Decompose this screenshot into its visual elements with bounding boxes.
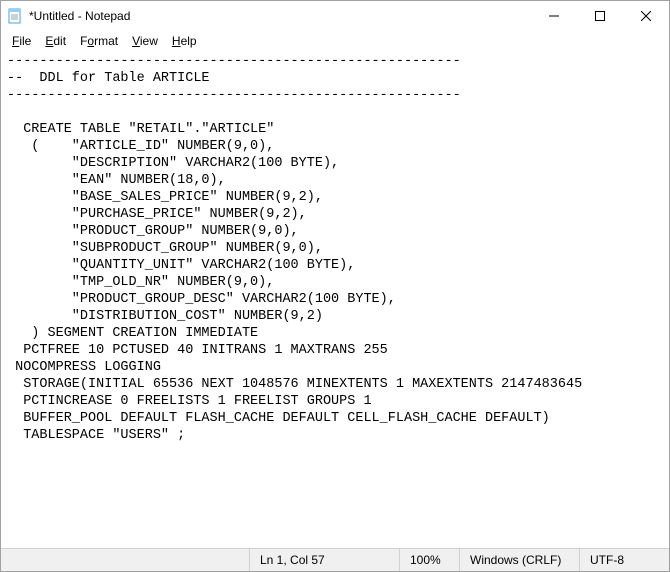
- menubar: File Edit Format View Help: [1, 31, 669, 51]
- window-title: *Untitled - Notepad: [29, 9, 130, 23]
- status-eol: Windows (CRLF): [459, 549, 579, 571]
- menu-view-rest: iew: [140, 34, 158, 48]
- status-encoding: UTF-8: [579, 549, 669, 571]
- menu-help[interactable]: Help: [165, 33, 204, 49]
- titlebar: *Untitled - Notepad: [1, 1, 669, 31]
- maximize-button[interactable]: [577, 1, 623, 31]
- minimize-button[interactable]: [531, 1, 577, 31]
- statusbar: Ln 1, Col 57 100% Windows (CRLF) UTF-8: [1, 548, 669, 571]
- menu-help-rest: elp: [181, 34, 197, 48]
- menu-edit[interactable]: Edit: [38, 33, 73, 49]
- status-position: Ln 1, Col 57: [249, 549, 399, 571]
- notepad-icon: [7, 8, 23, 24]
- text-editor[interactable]: ----------------------------------------…: [1, 51, 669, 548]
- menu-format-rest: rmat: [94, 34, 118, 48]
- status-zoom: 100%: [399, 549, 459, 571]
- menu-file[interactable]: File: [5, 33, 38, 49]
- close-button[interactable]: [623, 1, 669, 31]
- menu-format[interactable]: Format: [73, 33, 125, 49]
- menu-view[interactable]: View: [125, 33, 165, 49]
- menu-file-rest: ile: [19, 34, 31, 48]
- status-spacer: [1, 549, 249, 571]
- menu-edit-rest: dit: [53, 34, 66, 48]
